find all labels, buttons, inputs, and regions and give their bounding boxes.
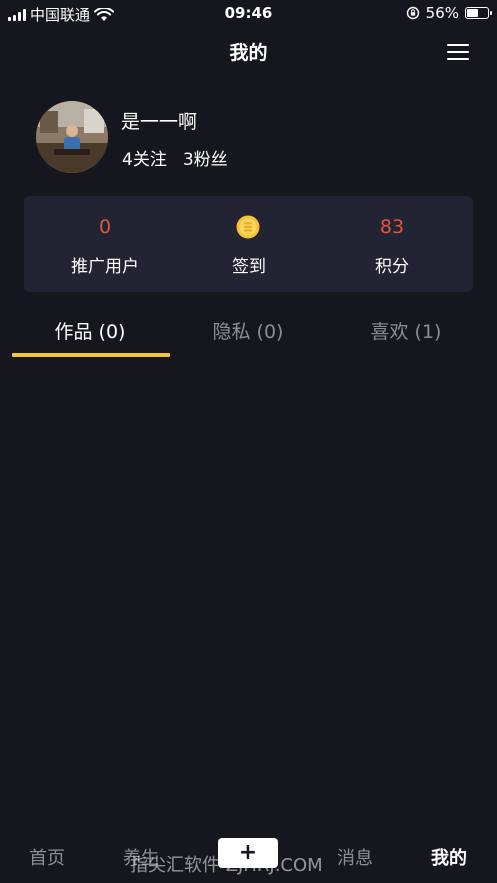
followers-count[interactable]: 3粉丝 <box>183 145 228 170</box>
page-title: 我的 <box>229 42 268 64</box>
bottom-tab-bar: 首页 养生 + 消息 我的 指尖汇软件 ZJHRJ.COM <box>0 827 497 883</box>
following-count[interactable]: 4关注 <box>122 145 167 170</box>
stat-promoted-users[interactable]: 0 推广用户 <box>30 196 180 292</box>
orientation-lock-icon <box>406 6 419 20</box>
nav-bar: 我的 <box>0 26 497 76</box>
avatar-photo <box>36 101 108 173</box>
tab-health[interactable]: 养生 <box>111 844 171 870</box>
username: 是一一啊 <box>121 111 198 133</box>
status-right: 56% <box>406 4 492 22</box>
check-in-label: 签到 <box>232 257 266 277</box>
promoted-users-label: 推广用户 <box>71 257 139 277</box>
points-value: 83 <box>379 216 405 238</box>
tab-mine[interactable]: 我的 <box>419 844 479 870</box>
tab-messages[interactable]: 消息 <box>325 844 385 870</box>
battery-percent: 56% <box>425 4 459 22</box>
stats-card: 0 推广用户 签到 83 积分 <box>24 196 473 292</box>
tab-private[interactable]: 隐私 (0) <box>168 317 328 344</box>
tab-home[interactable]: 首页 <box>17 844 77 870</box>
battery-icon <box>465 7 492 19</box>
stat-points[interactable]: 83 积分 <box>317 196 467 292</box>
coin-icon <box>236 215 260 239</box>
promoted-users-value: 0 <box>98 216 112 238</box>
profile-screen: 中国联通 09:46 56% 我的 是一一啊 4关注 3粉丝 0 推广用户 签到… <box>0 0 497 883</box>
points-label: 积分 <box>375 257 409 277</box>
tab-indicator <box>12 353 170 357</box>
battery-level <box>467 9 478 17</box>
create-post-button[interactable]: + <box>218 838 278 868</box>
tab-works[interactable]: 作品 (0) <box>10 317 170 344</box>
tab-likes[interactable]: 喜欢 (1) <box>326 317 486 344</box>
hamburger-menu-icon[interactable] <box>447 44 469 60</box>
stat-check-in[interactable]: 签到 <box>174 196 324 292</box>
content-tabs: 作品 (0) 隐私 (0) 喜欢 (1) <box>0 305 497 357</box>
status-bar: 中国联通 09:46 56% <box>0 0 497 26</box>
avatar[interactable] <box>36 101 108 173</box>
follow-stats: 4关注 3粉丝 <box>122 145 228 170</box>
